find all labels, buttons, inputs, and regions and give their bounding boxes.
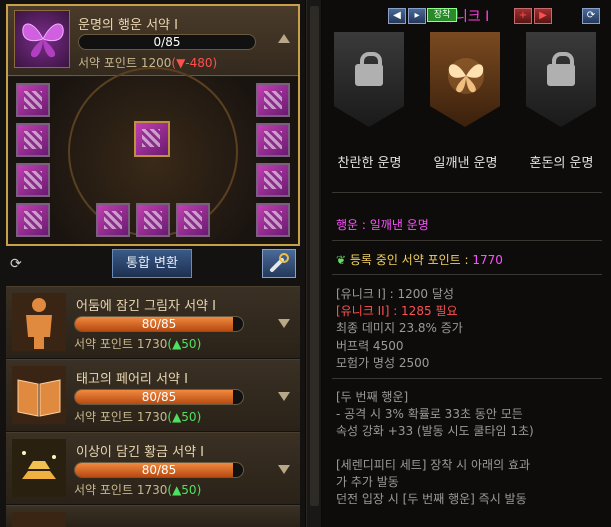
contract-progress-text: 80/85: [141, 463, 177, 477]
contract-progress-bar: 80/85: [74, 462, 244, 478]
collapse-arrow-icon[interactable]: [278, 34, 290, 43]
effect-title: [두 번째 행운]: [336, 390, 409, 404]
expand-arrow-icon[interactable]: [278, 465, 290, 474]
contract-slot[interactable]: [256, 83, 290, 117]
points-delta: (▲50): [167, 483, 202, 497]
contract-list-item-partial[interactable]: [6, 505, 300, 527]
contract-icon: [12, 512, 66, 527]
contract-slot[interactable]: [16, 203, 50, 237]
main-contract-progress-bar: 0/85: [78, 34, 256, 50]
divider: [332, 240, 602, 241]
stat-line: 모험가 명성 2500: [336, 356, 430, 370]
open-book-icon: [12, 366, 66, 424]
points-label: 서약 포인트: [74, 483, 134, 497]
contract-list-panel: 운명의 행운 서약 I 0/85 서약 포인트 1200(▼-480) ⟳ 통합…: [0, 0, 305, 527]
main-contract-progress-text: 0/85: [153, 35, 181, 49]
points-label: 서약 포인트: [74, 410, 134, 424]
first-page-button[interactable]: ◀: [388, 8, 406, 24]
contract-slot[interactable]: [256, 163, 290, 197]
points-value: 1730: [136, 337, 168, 351]
fate-tab-brilliant[interactable]: 찬란한 운명: [322, 28, 417, 178]
effect-line: - 공격 시 3% 확률로 33초 동안 모든: [336, 407, 523, 421]
contract-slot[interactable]: [16, 163, 50, 197]
tier-line: [유니크 II] : 1285 필요: [336, 304, 458, 318]
scrollbar-thumb[interactable]: [310, 6, 319, 506]
contract-progress-text: 80/85: [141, 390, 177, 404]
contract-slot[interactable]: [256, 203, 290, 237]
fate-tab-awakened[interactable]: 일깨낸 운명: [418, 28, 513, 178]
points-delta: (▲50): [167, 410, 202, 424]
stat-line: 최종 데미지 23.8% 증가: [336, 321, 463, 335]
contract-list-item[interactable]: 어둠에 잠긴 그림자 서약 I 80/85 서약 포인트 1730(▲50): [6, 286, 300, 358]
contract-points: 서약 포인트 1730(▲50): [74, 335, 201, 352]
contract-progress-bar: 80/85: [74, 389, 244, 405]
registered-points-value: 1770: [472, 253, 503, 267]
contract-points: 서약 포인트 1730(▲50): [74, 408, 201, 425]
divider: [332, 378, 602, 379]
fate-label: 혼돈의 운명: [529, 156, 594, 171]
contract-title: 이상이 담긴 황금 서약 I: [76, 445, 205, 460]
divider: [332, 274, 602, 275]
contract-list-item[interactable]: 태고의 페어리 서약 I 80/85 서약 포인트 1730(▲50): [6, 359, 300, 431]
contract-progress-bar: 80/85: [74, 316, 244, 332]
contract-slot[interactable]: [16, 123, 50, 157]
refresh-icon[interactable]: ⟳: [582, 8, 600, 24]
tier-line: [유니크 I] : 1200 달성: [336, 287, 454, 301]
points-delta: (▲50): [167, 337, 202, 351]
contract-progress-text: 80/85: [141, 317, 177, 331]
fortune-line: 행운 : 일깨낸 운명: [336, 218, 429, 232]
lock-icon: [547, 52, 575, 86]
center-contract-slot[interactable]: [134, 121, 170, 157]
prev-page-button[interactable]: ▸: [408, 8, 426, 24]
points-label: 서약 포인트: [78, 56, 138, 70]
fate-label: 찬란한 운명: [337, 156, 402, 171]
wrench-settings-button[interactable]: [262, 249, 296, 278]
leaf-icon: ❦: [336, 253, 347, 267]
points-value: 1730: [136, 483, 168, 497]
points-label: 서약 포인트: [74, 337, 134, 351]
main-contract-title: 운명의 행운 서약 I: [78, 18, 178, 33]
merge-convert-button[interactable]: 통합 변환: [112, 249, 192, 278]
set-effect-line: [세렌디피티 세트] 장착 시 아래의 효과: [336, 458, 531, 472]
expand-arrow-icon[interactable]: [278, 319, 290, 328]
contract-list-item[interactable]: 이상이 담긴 황금 서약 I 80/85 서약 포인트 1730(▲50): [6, 432, 300, 504]
points-delta: (▼-480): [171, 56, 218, 70]
registered-points-label: 등록 중인 서약 포인트 :: [349, 253, 469, 267]
main-contract-card[interactable]: 운명의 행운 서약 I 0/85 서약 포인트 1200(▼-480): [6, 4, 300, 246]
refresh-icon[interactable]: ⟳: [10, 256, 28, 274]
set-effect-line: 가 추가 발동: [336, 475, 399, 489]
contract-slot-board: [8, 67, 298, 244]
contract-slot[interactable]: [96, 203, 130, 237]
contract-slot[interactable]: [176, 203, 210, 237]
wrench-icon: [270, 253, 289, 272]
contract-slot[interactable]: [256, 123, 290, 157]
expand-arrow-icon[interactable]: [278, 392, 290, 401]
effect-line: 속성 강화 +33 (발동 시도 쿨타임 1초): [336, 424, 534, 438]
fate-label: 일깨낸 운명: [433, 156, 498, 171]
equipped-badge: 장착: [427, 8, 457, 22]
butterfly-emblem-icon: [14, 10, 70, 68]
gold-bars-icon: [12, 439, 66, 497]
last-page-button[interactable]: ▶: [534, 8, 552, 24]
contract-title: 태고의 페어리 서약 I: [76, 372, 188, 387]
contract-slot[interactable]: [16, 83, 50, 117]
lock-icon: [355, 52, 383, 86]
contract-slot[interactable]: [136, 203, 170, 237]
points-value: 1730: [136, 410, 168, 424]
next-page-button[interactable]: +: [514, 8, 532, 24]
main-contract-header: 운명의 행운 서약 I 0/85 서약 포인트 1200(▼-480): [8, 6, 298, 76]
stat-line: 버프력 4500: [336, 339, 404, 353]
contract-title: 어둠에 잠긴 그림자 서약 I: [76, 299, 216, 314]
fate-tab-chaos[interactable]: 혼돈의 운명: [514, 28, 609, 178]
contract-points: 서약 포인트 1730(▲50): [74, 481, 201, 498]
fate-detail-panel: ◀ ▸ 유니크 I + ▶ ⟳ 찬란한 운명 일깨낸 운명 혼돈의 운명 장착 …: [322, 0, 611, 527]
fate-tabs: 찬란한 운명 일깨낸 운명 혼돈의 운명: [322, 28, 611, 178]
set-effect-line: 던전 입장 시 [두 번째 행운] 즉시 발동: [336, 492, 527, 506]
registered-points-line: ❦ 등록 중인 서약 포인트 : 1770: [336, 251, 503, 268]
divider: [332, 192, 602, 193]
left-scrollbar[interactable]: [306, 0, 321, 527]
shadow-figure-icon: [12, 293, 66, 351]
glowing-butterfly-icon: [448, 58, 484, 94]
